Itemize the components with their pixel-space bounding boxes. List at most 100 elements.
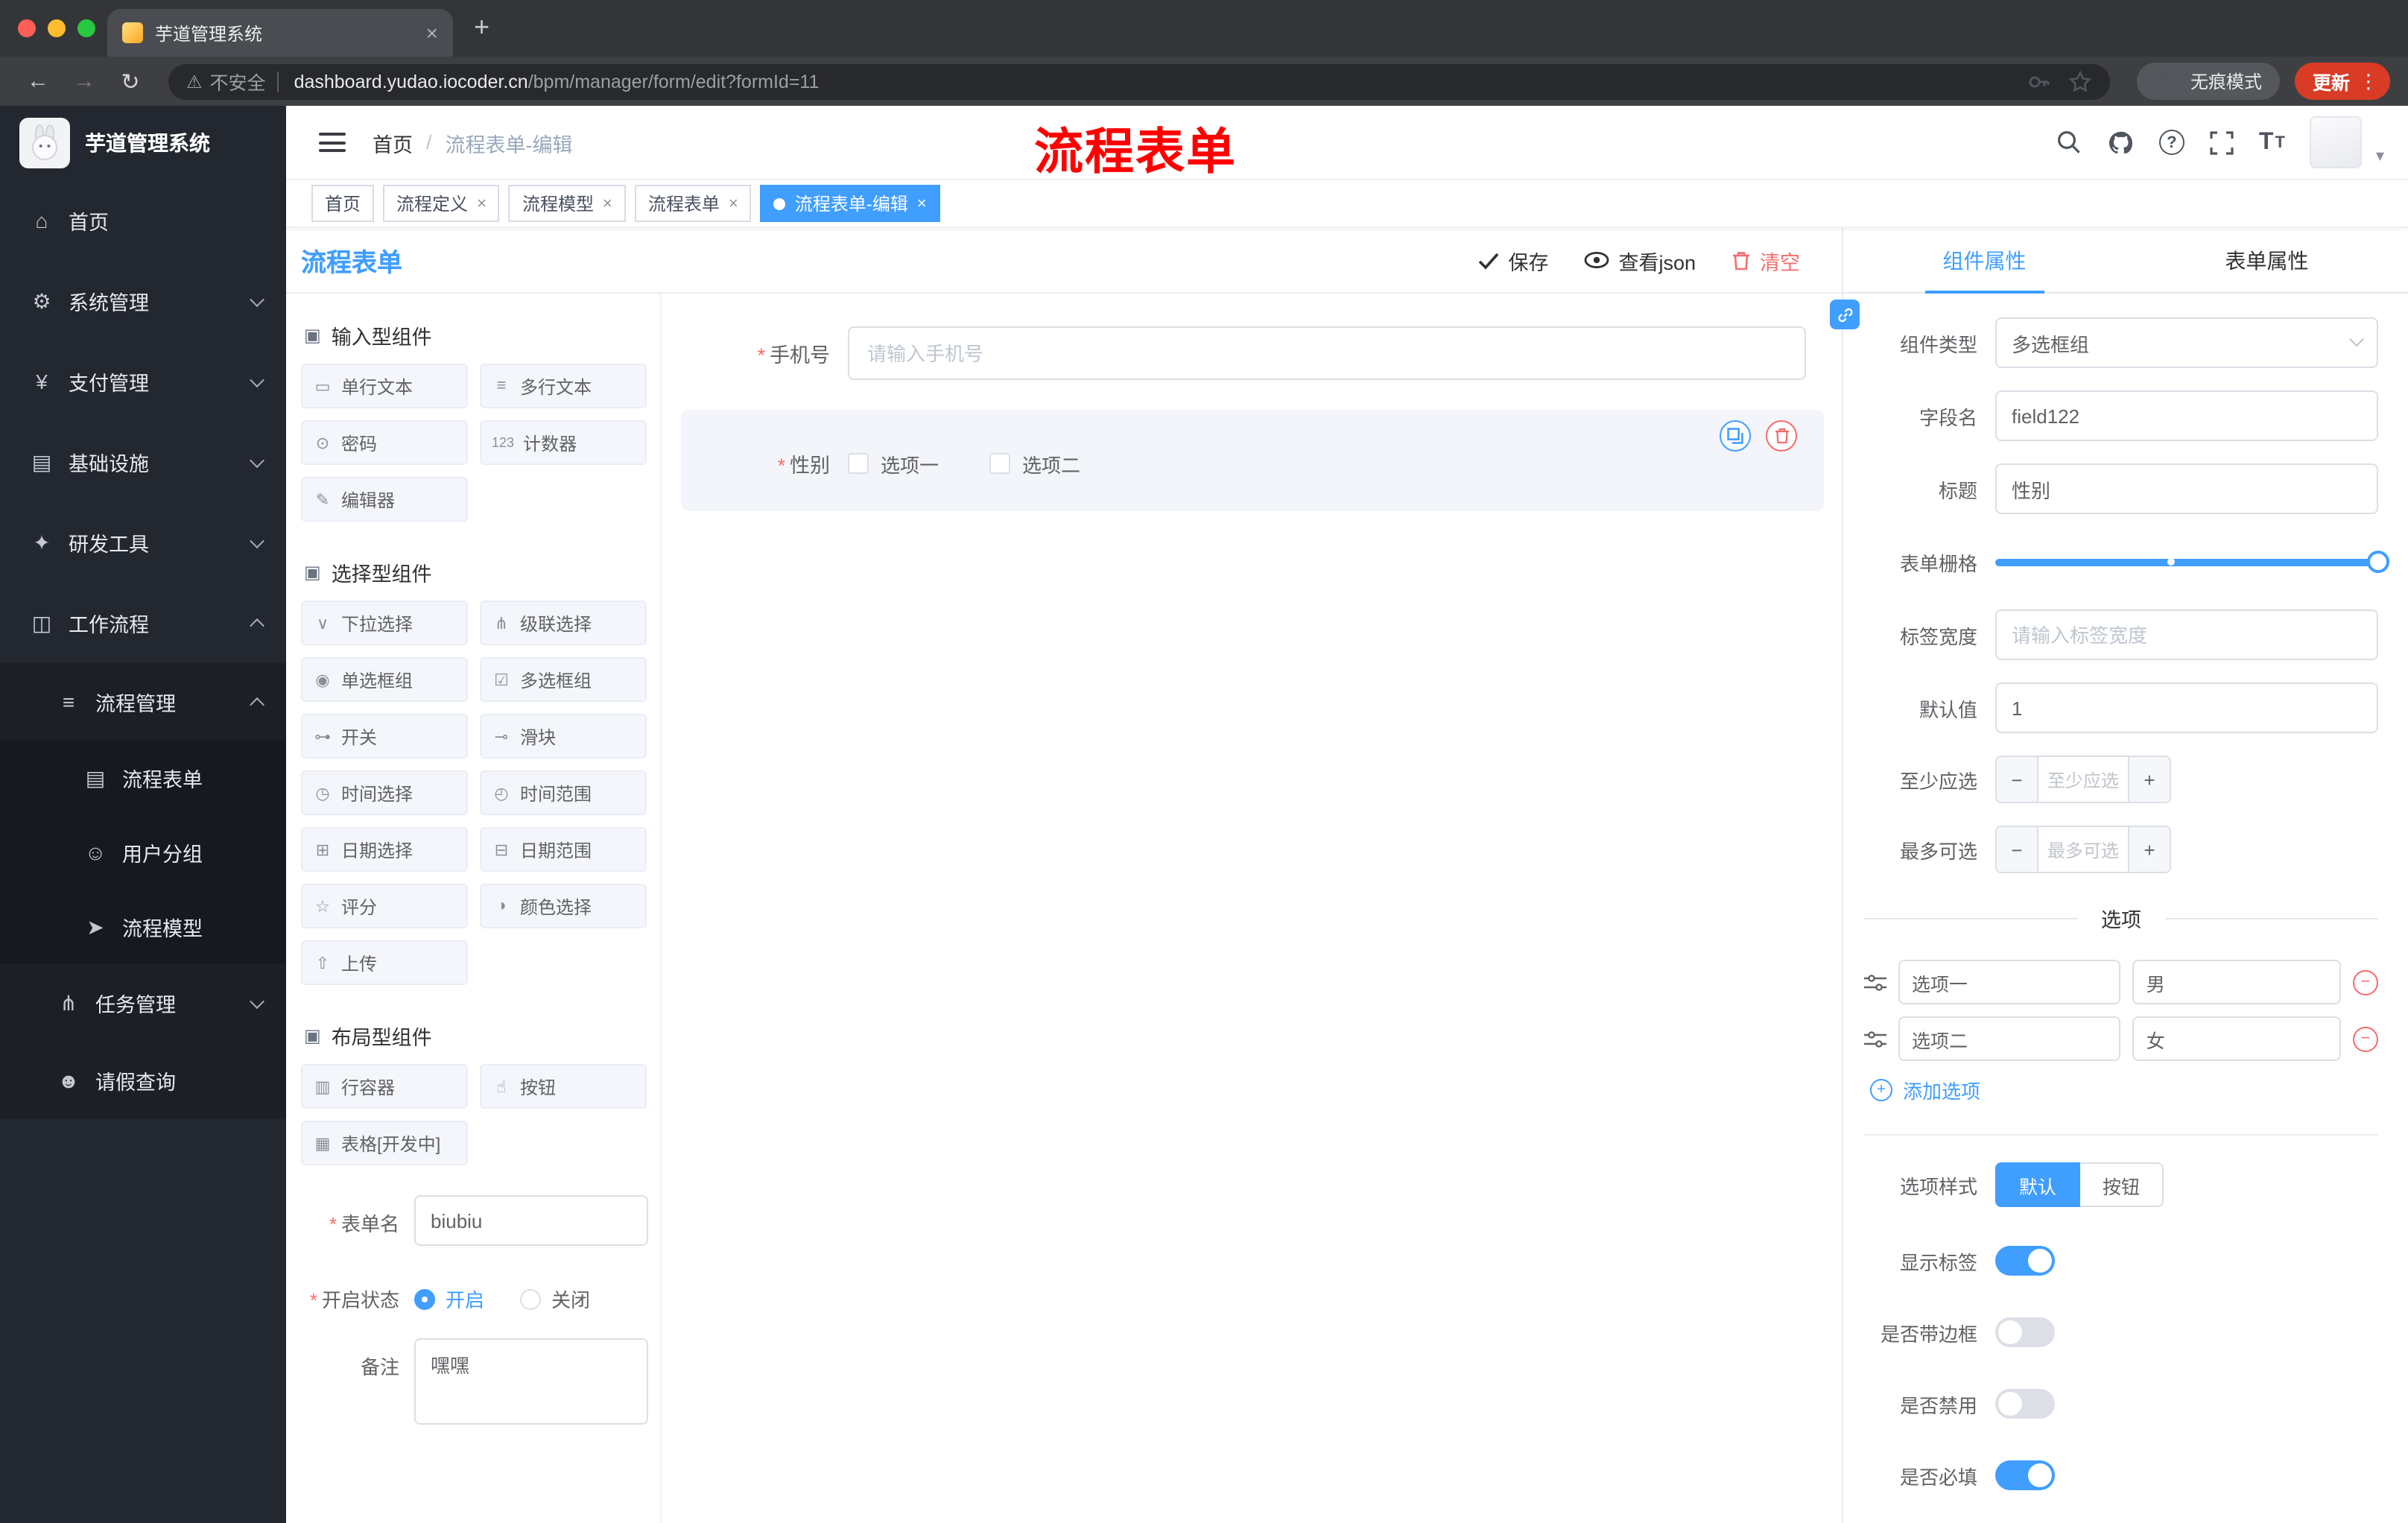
min-select-value[interactable]: 至少应选	[2038, 757, 2128, 802]
remove-option-button[interactable]: −	[2353, 1026, 2378, 1051]
view-json-button[interactable]: 查看json	[1584, 245, 1696, 275]
maximize-window-button[interactable]	[77, 19, 95, 37]
sidebar-item-infrastructure[interactable]: ▤ 基础设施	[0, 422, 286, 502]
avatar-caret-icon[interactable]: ▾	[2376, 146, 2384, 168]
decrease-button[interactable]: −	[1997, 827, 2038, 872]
min-select-stepper[interactable]: − 至少应选 +	[1995, 756, 2171, 803]
chip-editor[interactable]: ✎ 编辑器	[301, 477, 468, 522]
sidebar-item-payment[interactable]: ¥ 支付管理	[0, 341, 286, 422]
drag-handle-icon[interactable]	[1864, 1029, 1886, 1048]
tab-close-icon[interactable]: ×	[426, 22, 438, 43]
status-on-radio[interactable]: 开启	[414, 1285, 484, 1313]
tag-process-form[interactable]: 流程表单 ×	[634, 185, 752, 222]
form-grid-slider[interactable]	[1995, 536, 2389, 587]
sidebar-item-leave-query[interactable]: ☻ 请假查询	[0, 1042, 286, 1119]
style-default-button[interactable]: 默认	[1995, 1162, 2081, 1207]
sidebar-item-process-management[interactable]: ≡ 流程管理	[0, 663, 286, 741]
chip-upload[interactable]: ⇧ 上传	[301, 940, 468, 985]
chip-textarea[interactable]: ≡ 多行文本	[480, 364, 647, 408]
sidebar-item-process-model[interactable]: ➤ 流程模型	[0, 890, 286, 964]
option-value-input[interactable]	[2132, 1016, 2341, 1061]
required-switch[interactable]	[1995, 1460, 2055, 1490]
delete-component-button[interactable]	[1766, 420, 1797, 452]
tab-component-props[interactable]: 组件属性	[1843, 228, 2126, 294]
border-switch[interactable]	[1995, 1317, 2055, 1347]
new-tab-button[interactable]: +	[474, 12, 489, 43]
back-button[interactable]: ←	[18, 69, 58, 94]
show-label-switch[interactable]	[1995, 1246, 2055, 1276]
canvas-field-phone[interactable]: * 手机号	[681, 311, 1824, 395]
user-avatar[interactable]	[2310, 116, 2363, 168]
chip-date-range[interactable]: ⊟ 日期范围	[480, 827, 647, 872]
browser-tab-active[interactable]: 芋道管理系统 ×	[107, 9, 453, 57]
chip-password[interactable]: ⊙ 密码	[301, 420, 468, 465]
option-value-input[interactable]	[2132, 960, 2341, 1004]
form-canvas[interactable]: *手机号 *性别 选项一 选项二	[663, 294, 1842, 1523]
chip-button[interactable]: ☝ 按钮	[480, 1064, 647, 1109]
sidebar-collapse-icon[interactable]	[319, 133, 346, 152]
browser-update-button[interactable]: 更新 ⋮	[2294, 63, 2390, 100]
chip-radio-group[interactable]: ◉ 单选框组	[301, 657, 468, 702]
reload-button[interactable]: ↻	[110, 68, 150, 95]
form-name-input[interactable]	[414, 1195, 648, 1246]
checkbox-option-one[interactable]: 选项一	[848, 449, 939, 478]
password-key-icon[interactable]	[2027, 69, 2050, 93]
chip-date-picker[interactable]: ⊞ 日期选择	[301, 827, 468, 872]
sidebar-item-home[interactable]: ⌂ 首页	[0, 180, 286, 261]
add-option-button[interactable]: + 添加选项	[1870, 1076, 2378, 1104]
chip-checkbox-group[interactable]: ☑ 多选框组	[480, 657, 647, 702]
remove-option-button[interactable]: −	[2353, 969, 2378, 995]
field-name-input[interactable]	[1995, 390, 2378, 441]
forward-button[interactable]: →	[64, 69, 104, 94]
tag-close-icon[interactable]: ×	[477, 194, 487, 212]
chip-rate[interactable]: ☆ 评分	[301, 884, 468, 928]
font-size-icon[interactable]: TT	[2259, 129, 2285, 156]
tab-form-props[interactable]: 表单属性	[2126, 228, 2408, 292]
form-remark-textarea[interactable]: 嘿嘿	[414, 1338, 648, 1425]
checkbox-box[interactable]	[848, 453, 869, 474]
github-icon[interactable]	[2107, 129, 2134, 156]
style-button-button[interactable]: 按钮	[2080, 1162, 2164, 1207]
copy-component-button[interactable]	[1720, 420, 1751, 452]
minimize-window-button[interactable]	[48, 19, 66, 37]
tag-process-definition[interactable]: 流程定义 ×	[383, 185, 500, 222]
search-icon[interactable]	[2056, 130, 2082, 155]
status-off-radio[interactable]: 关闭	[520, 1285, 590, 1313]
breadcrumb-home[interactable]: 首页	[373, 127, 413, 157]
panel-link-button[interactable]	[1830, 300, 1860, 329]
canvas-field-gender[interactable]: * 性别 选项一 选项二	[681, 410, 1824, 511]
label-width-input[interactable]	[1995, 609, 2378, 660]
tag-close-icon[interactable]: ×	[729, 194, 738, 212]
close-window-button[interactable]	[18, 19, 36, 37]
drag-handle-icon[interactable]	[1864, 972, 1886, 992]
sidebar-item-devtools[interactable]: ✦ 研发工具	[0, 502, 286, 583]
url-text[interactable]: dashboard.yudao.iocoder.cn/bpm/manager/f…	[294, 71, 2027, 92]
save-button[interactable]: 保存	[1478, 245, 1548, 275]
disabled-switch[interactable]	[1995, 1389, 2055, 1419]
sidebar-item-task-management[interactable]: ⋔ 任务管理	[0, 964, 286, 1042]
sidebar-item-system[interactable]: ⚙ 系统管理	[0, 261, 286, 341]
chip-time-range[interactable]: ◴ 时间范围	[480, 770, 647, 815]
tag-close-icon[interactable]: ×	[603, 194, 612, 212]
address-bar[interactable]: ⚠ 不安全 dashboard.yudao.iocoder.cn/bpm/man…	[168, 63, 2110, 99]
phone-input[interactable]	[848, 326, 1806, 380]
tag-close-icon[interactable]: ×	[917, 194, 927, 212]
decrease-button[interactable]: −	[1997, 757, 2038, 802]
increase-button[interactable]: +	[2128, 827, 2170, 872]
chip-switch[interactable]: ⊶ 开关	[301, 714, 468, 759]
help-icon[interactable]: ?	[2158, 130, 2184, 155]
tag-home[interactable]: 首页	[311, 185, 375, 222]
sidebar-item-process-form[interactable]: ▤ 流程表单	[0, 741, 286, 815]
chip-single-line-text[interactable]: ▭ 单行文本	[301, 364, 468, 408]
option-name-input[interactable]	[1898, 960, 2121, 1004]
option-name-input[interactable]	[1898, 1016, 2121, 1061]
checkbox-option-two[interactable]: 选项二	[989, 449, 1080, 478]
chip-row-container[interactable]: ▥ 行容器	[301, 1064, 468, 1109]
increase-button[interactable]: +	[2128, 757, 2170, 802]
bookmark-star-icon[interactable]	[2068, 69, 2092, 93]
chip-time-picker[interactable]: ◷ 时间选择	[301, 770, 468, 815]
tag-process-form-edit[interactable]: 流程表单-编辑 ×	[760, 185, 940, 222]
chip-counter[interactable]: 123 计数器	[480, 420, 647, 465]
browser-menu-icon[interactable]: ⋮	[2359, 69, 2378, 93]
security-label[interactable]: 不安全	[210, 67, 266, 95]
